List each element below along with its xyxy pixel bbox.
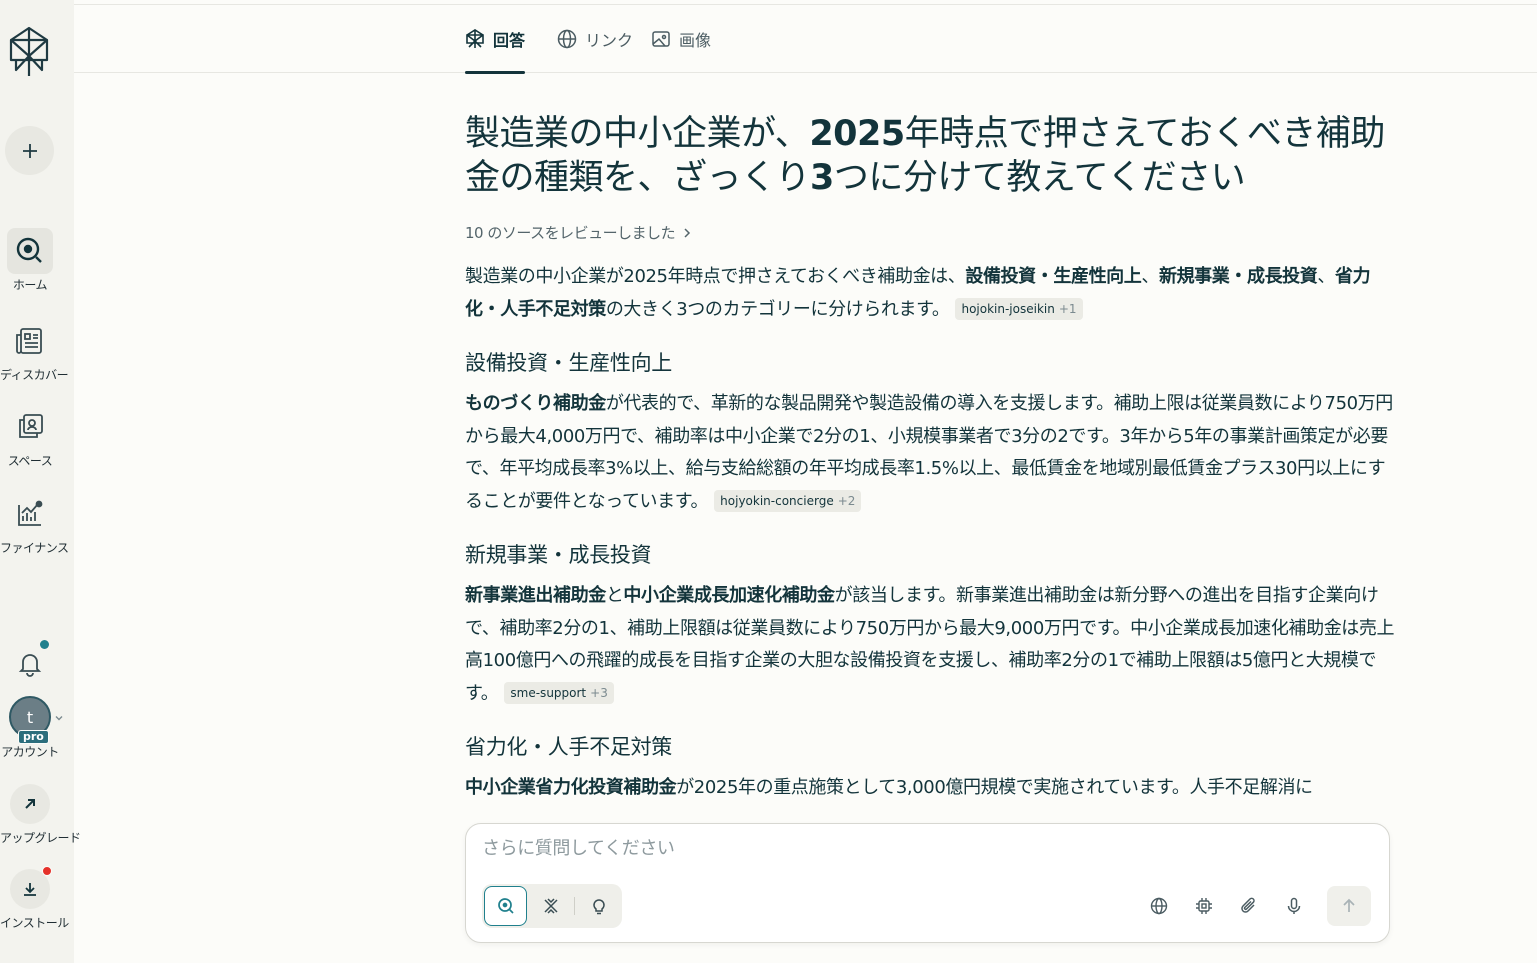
model-select-button[interactable] (1188, 887, 1220, 925)
microphone-icon (1287, 897, 1301, 914)
section-paragraph: ものづくり補助金が代表的で、革新的な製品開発や製造設備の導入を支援します。補助上… (465, 393, 1393, 512)
section-heading: 省力化・人手不足対策 (465, 735, 672, 759)
citation-chip[interactable]: sme-support +3 (504, 681, 614, 704)
follow-up-input[interactable] (482, 838, 1362, 859)
tab-links[interactable]: リンク (557, 5, 633, 73)
sidebar-item-label: ホーム (12, 278, 48, 292)
upgrade-button[interactable]: アップグレード (0, 784, 81, 846)
chevron-right-icon (684, 228, 691, 238)
citation-chip[interactable]: hojokin-joseikin +1 (955, 297, 1083, 320)
install-button[interactable]: インストール (0, 866, 69, 931)
newspaper-icon (7, 318, 53, 364)
avatar[interactable]: t pro (9, 696, 51, 744)
arrow-up-right-icon (10, 784, 50, 824)
avatar-initial: t (26, 707, 34, 727)
sidebar-item-label: ファイナンス (0, 541, 69, 555)
search-icon (497, 898, 514, 914)
mode-labs-button[interactable] (577, 886, 620, 926)
divider (574, 897, 576, 915)
account-button[interactable]: t pro アカウント (0, 696, 63, 760)
intro-paragraph: 製造業の中小企業が2025年時点で押さえておくべき補助金は、設備投資・生産性向上… (465, 266, 1371, 320)
install-label: インストール (0, 916, 69, 930)
input-tools (1143, 886, 1371, 926)
search-home-icon (7, 228, 53, 274)
mode-search-button[interactable] (484, 886, 528, 926)
attach-button[interactable] (1233, 887, 1265, 925)
section-paragraph: 中小企業省力化投資補助金が2025年の重点施策として3,000億円規模で実施され… (465, 777, 1313, 798)
new-thread-button[interactable] (5, 126, 54, 175)
result-tabs-bar: 回答 リンク 画像 (74, 4, 1537, 74)
upgrade-label: アップグレード (0, 831, 81, 845)
lightbulb-icon (592, 899, 605, 915)
sources-reviewed-link[interactable]: 10 のソースをレビューしました (465, 222, 1395, 243)
section-heading: 設備投資・生産性向上 (465, 351, 672, 375)
chevron-down-icon (54, 708, 64, 727)
perplexity-logo-icon[interactable] (8, 26, 50, 78)
section-heading: 新規事業・成長投資 (465, 543, 652, 567)
plus-icon (22, 143, 37, 158)
chip-icon (1196, 898, 1212, 914)
globe-icon (1150, 897, 1168, 915)
globe-icon (557, 29, 577, 49)
sidebar-item-label: スペース (7, 454, 53, 468)
page-title: 製造業の中小企業が、2025年時点で押さえておくべき補助金の種類を、ざっくり3つ… (465, 114, 1385, 198)
pro-badge: pro (18, 730, 49, 744)
voice-input-button[interactable] (1278, 887, 1310, 925)
tab-images[interactable]: 画像 (651, 5, 711, 73)
install-alert-dot (42, 866, 52, 876)
perplexity-icon (466, 29, 484, 48)
paperclip-icon (1241, 897, 1255, 913)
bell-icon (7, 640, 53, 686)
spaces-icon (7, 404, 53, 450)
answer-content: 製造業の中小企業が、2025年時点で押さえておくべき補助金の種類を、ざっくり3つ… (465, 112, 1395, 805)
source-select-button[interactable] (1143, 887, 1175, 925)
notifications-button[interactable] (0, 640, 60, 686)
tab-images-label: 画像 (679, 31, 712, 50)
sidebar-item-finance[interactable]: ファイナンス (0, 491, 69, 556)
finance-chart-icon (7, 491, 53, 537)
image-icon (652, 31, 670, 47)
sidebar-item-discover[interactable]: ディスカバー (0, 318, 69, 383)
submit-button[interactable] (1327, 886, 1371, 926)
sidebar-item-spaces[interactable]: スペース (0, 404, 60, 469)
section-paragraph: 新事業進出補助金と中小企業成長加速化補助金が該当します。新事業進出補助金は新分野… (465, 585, 1395, 704)
citation-chip[interactable]: hojyokin-concierge +2 (714, 489, 862, 512)
download-icon (10, 866, 52, 909)
notification-dot (40, 640, 49, 649)
tab-links-label: リンク (585, 31, 634, 50)
sidebar-item-home[interactable]: ホーム (0, 228, 60, 293)
search-mode-selector (482, 884, 622, 928)
mode-research-button[interactable] (529, 886, 572, 926)
arrow-up-icon (1343, 898, 1355, 912)
tab-answer[interactable]: 回答 (465, 5, 526, 74)
sidebar: ホーム ディスカバー スペース ファイナンス t pro アカウント アップグレ… (0, 0, 81, 963)
research-icon (544, 898, 558, 914)
account-label: アカウント (1, 745, 59, 759)
sidebar-item-label: ディスカバー (0, 368, 69, 382)
sources-label: 10 のソースをレビューしました (465, 224, 676, 242)
follow-up-box (465, 823, 1390, 943)
tab-answer-label: 回答 (493, 31, 526, 50)
